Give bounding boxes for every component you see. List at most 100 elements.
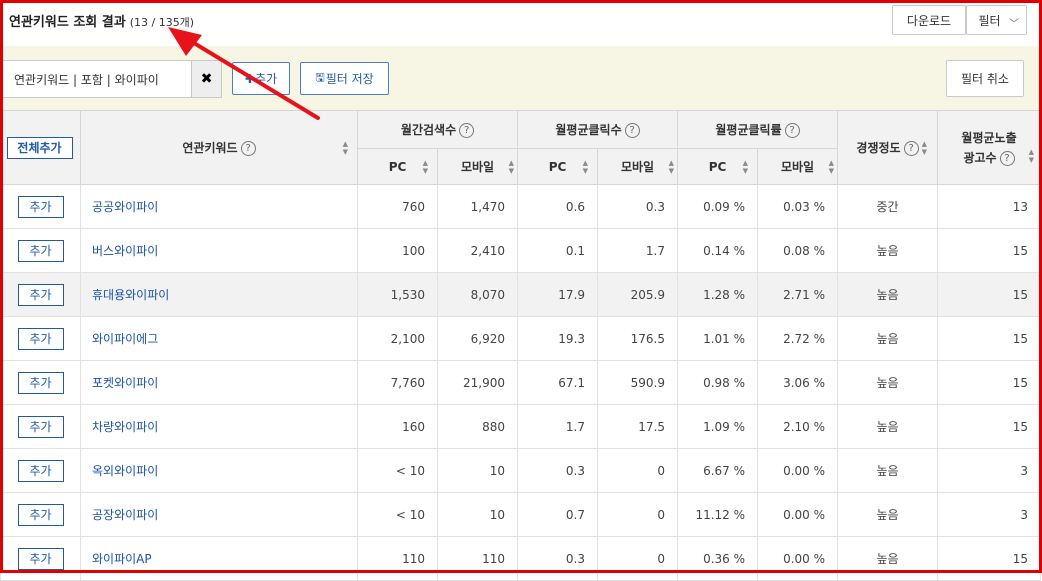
sub-header-label: PC — [708, 159, 727, 174]
table-row: 추가 옥외와이파이 < 10 10 0.3 0 6.67 % 0.00 % 높음 3 — [0, 448, 1042, 493]
mobile-clicks-cell: 0.3 — [597, 184, 679, 229]
sort-icon[interactable]: ▲ ▼ — [583, 159, 588, 175]
sort-icon[interactable]: ▲ ▼ — [829, 159, 834, 175]
keyword-link[interactable]: 차량와이파이 — [80, 404, 358, 449]
add-cell: 추가 — [0, 448, 81, 493]
pc-clicks-cell: 67.1 — [517, 360, 599, 405]
ads-header[interactable]: 월평균노출 광고수? ▲ ▼ — [937, 110, 1042, 185]
keyword-link[interactable]: 옥외와이파이 — [80, 448, 358, 493]
pc-search-cell: < 10 — [357, 448, 438, 493]
monthly-search-header: 월간검색수? — [356, 110, 519, 149]
pc-search-cell: < 10 — [357, 492, 438, 537]
add-keyword-button[interactable]: 추가 — [17, 195, 64, 218]
sub-header-mobile[interactable]: 모바일 ▲ ▼ — [597, 148, 679, 185]
sort-icon[interactable]: ▲ ▼ — [1029, 148, 1034, 164]
table-row: 추가 차량와이파이 160 880 1.7 17.5 1.09 % 2.10 % 높음 15 — [0, 404, 1042, 449]
keyword-link[interactable]: 버스와이파이 — [80, 228, 358, 273]
mobile-ctr-cell: 0.08 % — [757, 228, 839, 273]
add-cell: 추가 — [0, 492, 81, 537]
save-filter-button[interactable]: 🖫 필터 저장 — [300, 62, 389, 95]
competition-cell: 높음 — [837, 316, 939, 361]
competition-cell: 높음 — [837, 272, 939, 317]
mobile-clicks-cell: 205.9 — [597, 272, 679, 317]
sub-header-label: PC — [548, 159, 567, 174]
sub-header-pc[interactable]: PC ▲ ▼ — [357, 148, 438, 185]
page-title: 연관키워드 조회 결과 (13 / 135개) — [9, 11, 194, 30]
add-filter-button[interactable]: ✚ 추가 — [232, 62, 290, 95]
sort-icon[interactable]: ▲ ▼ — [343, 140, 348, 156]
download-button[interactable]: 다운로드 — [892, 5, 966, 35]
add-keyword-button[interactable]: 추가 — [17, 415, 64, 438]
add-all-button[interactable]: 전체추가 — [6, 136, 73, 159]
table-row: 추가 포켓와이파이 7,760 21,900 67.1 590.9 0.98 % 3.06 %… — [0, 360, 1042, 405]
pc-clicks-cell: 1.7 — [517, 404, 599, 449]
keyword-header[interactable]: 연관키워드? ▲ ▼ — [80, 110, 358, 185]
mobile-search-cell: 2,410 — [436, 228, 519, 273]
add-keyword-button[interactable]: 추가 — [17, 459, 64, 482]
add-keyword-button[interactable]: 추가 — [17, 239, 64, 262]
add-keyword-button[interactable]: 추가 — [17, 371, 64, 394]
mobile-clicks-cell: 176.5 — [597, 316, 679, 361]
pc-search-cell: 7,760 — [357, 360, 438, 405]
pc-ctr-cell: 0.09 % — [677, 184, 759, 229]
cancel-filter-button[interactable]: 필터 취소 — [946, 60, 1024, 97]
add-keyword-button[interactable]: 추가 — [17, 283, 64, 306]
pc-clicks-cell: 0.6 — [517, 184, 599, 229]
add-keyword-button[interactable]: 추가 — [17, 547, 64, 570]
table-row: 추가 버스와이파이 100 2,410 0.1 1.7 0.14 % 0.08 % 높음 15 — [0, 228, 1042, 273]
filter-tag-text: 연관키워드 | 포함 | 와이파이 — [14, 72, 159, 87]
mobile-ctr-cell: 2.71 % — [757, 272, 839, 317]
add-keyword-button[interactable]: 추가 — [17, 327, 64, 350]
add-cell: 추가 — [0, 316, 81, 361]
ads-count-cell: 15 — [937, 316, 1042, 361]
help-icon[interactable]: ? — [999, 150, 1015, 166]
help-icon[interactable]: ? — [784, 123, 800, 138]
sort-icon[interactable]: ▲ ▼ — [743, 159, 748, 175]
save-filter-label: 필터 저장 — [325, 72, 374, 86]
mobile-search-cell: 21,900 — [436, 360, 519, 405]
help-icon[interactable]: ? — [459, 123, 475, 138]
sort-icon[interactable]: ▲ ▼ — [669, 159, 674, 175]
pc-ctr-cell: 6.67 % — [677, 448, 759, 493]
keyword-link[interactable]: 공장와이파이 — [80, 492, 358, 537]
competition-header[interactable]: 경쟁정도? ▲ ▼ — [837, 110, 939, 185]
help-icon[interactable]: ? — [240, 141, 256, 156]
competition-cell: 높음 — [837, 360, 939, 405]
filter-dropdown[interactable]: 필터 ﹀ — [966, 5, 1027, 35]
sub-header-label: PC — [388, 159, 407, 174]
chevron-down-icon: ﹀ — [1009, 19, 1019, 30]
keyword-link[interactable]: 공공와이파이 — [80, 184, 358, 229]
sort-icon[interactable]: ▲ ▼ — [423, 159, 428, 175]
add-cell: 추가 — [0, 360, 81, 405]
filter-bar: 연관키워드 | 포함 | 와이파이 ✖ ✚ 추가 🖫 필터 저장 필터 취소 — [0, 46, 1042, 110]
competition-label: 경쟁정도 — [856, 141, 901, 155]
mobile-search-cell: 8,070 — [436, 272, 519, 317]
help-icon[interactable]: ? — [903, 141, 919, 156]
filter-label: 필터 — [978, 13, 1001, 28]
keyword-link[interactable]: 포켓와이파이 — [80, 360, 358, 405]
keyword-link[interactable]: 휴대용와이파이 — [80, 272, 358, 317]
help-icon[interactable]: ? — [624, 123, 640, 138]
sort-icon[interactable]: ▲ ▼ — [922, 140, 927, 156]
mobile-clicks-cell: 1.7 — [597, 228, 679, 273]
add-cell: 추가 — [0, 272, 81, 317]
keyword-table-body: 추가 공공와이파이 760 1,470 0.6 0.3 0.09 % 0.03 % 중간 13 추가… — [0, 184, 1042, 581]
add-keyword-button[interactable]: 추가 — [17, 503, 64, 526]
pc-ctr-cell: 1.09 % — [677, 404, 759, 449]
close-icon[interactable]: ✖ — [191, 61, 221, 97]
keyword-table: 전체추가 연관키워드? ▲ ▼ 월간검색수? 월평균클릭수? 월평균클릭률? 경쟁정… — [0, 110, 1042, 581]
sub-header-mobile[interactable]: 모바일 ▲ ▼ — [757, 148, 839, 185]
keyword-header-label: 연관키워드 — [182, 141, 238, 155]
mobile-clicks-cell: 17.5 — [597, 404, 679, 449]
mobile-ctr-cell: 3.06 % — [757, 360, 839, 405]
sub-header-pc[interactable]: PC ▲ ▼ — [517, 148, 599, 185]
sub-header-pc[interactable]: PC ▲ ▼ — [677, 148, 759, 185]
mobile-ctr-cell: 0.03 % — [757, 184, 839, 229]
pc-search-cell: 160 — [357, 404, 438, 449]
sort-icon[interactable]: ▲ ▼ — [509, 159, 514, 175]
keyword-link[interactable]: 와이파이에그 — [80, 316, 358, 361]
sub-header-mobile[interactable]: 모바일 ▲ ▼ — [436, 148, 519, 185]
keyword-link[interactable]: 와이파이AP — [80, 536, 358, 581]
save-icon: 🖫 — [315, 71, 325, 84]
ads-label-line1: 월평균노출 — [961, 130, 1017, 145]
